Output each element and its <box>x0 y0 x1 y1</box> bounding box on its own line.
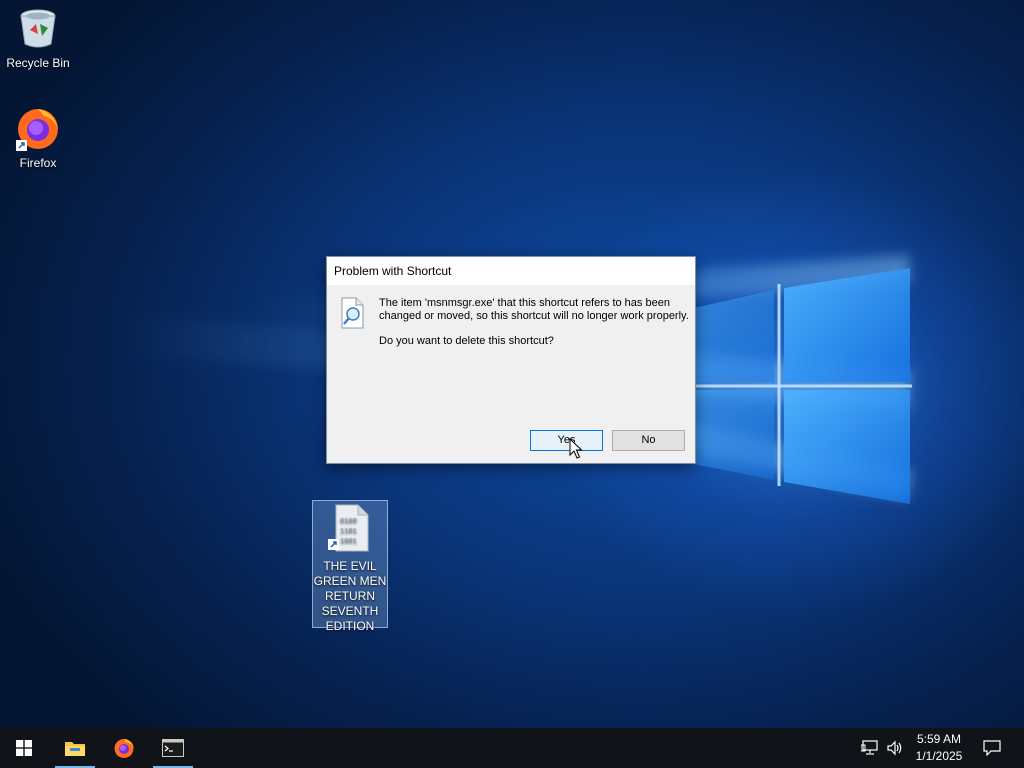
no-button[interactable]: No <box>612 430 685 451</box>
desktop-icon-evil-green-men-shortcut[interactable]: 0100 1101 1001 THE EVIL GREEN MEN RETURN… <box>312 500 388 633</box>
tray-volume[interactable] <box>878 728 912 768</box>
problem-with-shortcut-dialog: Problem with Shortcut The item 'msnmsgr.… <box>326 256 696 464</box>
desktop-icon-recycle-bin[interactable]: Recycle Bin <box>0 4 76 71</box>
start-button[interactable] <box>4 728 44 768</box>
svg-text:1101: 1101 <box>340 528 357 536</box>
svg-text:1001: 1001 <box>340 538 357 546</box>
recycle-bin-icon <box>20 9 56 48</box>
desktop-icon-label: Recycle Bin <box>6 56 70 70</box>
yes-button[interactable]: Yes <box>530 430 603 451</box>
windows-start-icon <box>16 740 32 756</box>
firefox-icon <box>114 739 134 758</box>
file-explorer-icon <box>65 742 85 756</box>
dialog-content: The item 'msnmsgr.exe' that this shortcu… <box>327 285 695 395</box>
desktop-icon-label: Firefox <box>19 156 57 170</box>
label-line: EDITION <box>325 619 375 633</box>
action-center-icon <box>983 740 1001 756</box>
firefox-icon <box>16 109 58 151</box>
binary-file-shortcut-icon: 0100 1101 1001 <box>328 504 369 552</box>
label-line: RETURN <box>325 589 375 603</box>
dialog-title-bar[interactable]: Problem with Shortcut <box>327 257 695 285</box>
dialog-message-text: The item 'msnmsgr.exe' that this shortcu… <box>379 297 689 322</box>
windows-logo-wallpaper <box>690 268 912 504</box>
label-line: GREEN MEN <box>313 574 387 588</box>
label-line: THE EVIL <box>323 559 377 573</box>
taskbar: 5:59 AM 1/1/2025 <box>0 728 1024 768</box>
taskbar-file-explorer[interactable] <box>55 728 95 768</box>
network-icon <box>861 740 878 755</box>
mouse-pointer-icon <box>569 438 583 459</box>
label-line: SEVENTH <box>321 604 379 618</box>
action-center-button[interactable] <box>972 728 1012 768</box>
dialog-title: Problem with Shortcut <box>334 264 452 278</box>
desktop-icon-label: THE EVIL GREEN MEN RETURN SEVENTH EDITIO… <box>313 559 387 634</box>
desktop-icon-firefox[interactable]: Firefox <box>0 104 76 171</box>
taskbar-firefox[interactable] <box>104 728 144 768</box>
volume-icon <box>887 740 902 756</box>
taskbar-command-prompt[interactable] <box>153 728 193 768</box>
taskbar-clock[interactable]: 5:59 AM 1/1/2025 <box>908 731 970 765</box>
command-prompt-icon <box>162 739 184 757</box>
dialog-message: The item 'msnmsgr.exe' that this shortcu… <box>379 297 691 360</box>
svg-text:0100: 0100 <box>340 518 357 526</box>
clock-date: 1/1/2025 <box>915 749 963 763</box>
desktop[interactable]: Recycle Bin Firefox 0100 1101 1001 THE E… <box>0 0 1024 728</box>
dialog-question-text: Do you want to delete this shortcut? <box>379 335 554 347</box>
clock-time: 5:59 AM <box>916 732 962 746</box>
shortcut-search-icon <box>341 297 364 329</box>
